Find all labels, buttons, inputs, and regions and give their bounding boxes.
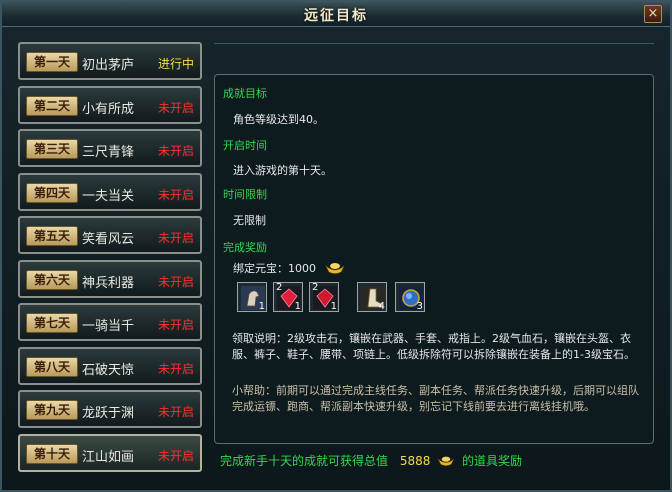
day-list: 第一天 初出茅庐 进行中 第二天 小有所成 未开启 第三天 三尺青锋 未开启 第… (18, 42, 208, 477)
close-button[interactable]: × (644, 5, 662, 23)
day-status: 未开启 (157, 231, 194, 245)
day-name: 笑看风云 (82, 232, 135, 247)
day-status: 未开启 (157, 448, 194, 463)
day-name: 龙跃于渊 (82, 406, 135, 421)
item-count: 1 (294, 301, 301, 312)
reward-item-2[interactable]: 2 1 (273, 282, 303, 312)
day-tag: 第九天 (26, 400, 78, 420)
reward-item-4[interactable]: 4 (357, 282, 387, 312)
day-tag: 第三天 (26, 139, 78, 159)
goal-text: 角色等级达到40。 (233, 113, 324, 126)
day-tag: 第五天 (26, 226, 78, 246)
day-name: 江山如画 (82, 449, 135, 465)
item-count: 3 (416, 301, 423, 312)
day-status: 未开启 (157, 405, 194, 419)
day-item-7[interactable]: 第七天 一骑当千 未开启 (18, 303, 202, 341)
day-item-5[interactable]: 第五天 笑看风云 未开启 (18, 216, 202, 254)
day-name: 石破天惊 (82, 362, 135, 378)
day-item-6[interactable]: 第六天 神兵利器 未开启 (18, 259, 202, 298)
day-item-8[interactable]: 第八天 石破天惊 未开启 (18, 346, 202, 385)
day-tag: 第一天 (26, 52, 78, 72)
day-status: 未开启 (157, 318, 194, 332)
item-count: 4 (378, 301, 385, 312)
reward-item-1[interactable]: 1 (237, 282, 267, 312)
help-text: 小帮助：前期可以通过完成主线任务、副本任务、帮派任务快速升级，后期可以组队完成运… (232, 384, 639, 413)
day-status: 未开启 (157, 144, 194, 158)
day-item-2[interactable]: 第二天 小有所成 未开启 (18, 85, 202, 124)
detail-panel: 成就目标 角色等级达到40。 开启时间 进入游戏的第十天。 时间限制 无限制 完… (214, 74, 654, 444)
footer-summary: 完成新手十天的成就可获得总值 5888 的道具奖励 (220, 452, 522, 469)
day-tag: 第二天 (26, 95, 78, 116)
goal-header: 成就目标 (223, 87, 267, 100)
footer-prefix: 完成新手十天的成就可获得总值 (220, 454, 389, 468)
day-item-1[interactable]: 第一天 初出茅庐 进行中 (18, 42, 202, 80)
day-tag: 第四天 (26, 182, 78, 203)
gold-ingot-icon (437, 454, 455, 469)
day-tag: 第十天 (26, 443, 78, 464)
open-time-text: 进入游戏的第十天。 (233, 164, 332, 177)
day-item-3[interactable]: 第三天 三尺青锋 未开启 (18, 129, 202, 167)
detail-header-bar (214, 43, 654, 74)
time-limit-text: 无限制 (233, 214, 266, 227)
footer-value: 5888 (399, 454, 431, 468)
day-name: 神兵利器 (82, 275, 135, 291)
reward-item-5[interactable]: 3 (395, 282, 425, 312)
window-title: 远征目标 (304, 8, 368, 24)
day-name: 一夫当关 (82, 188, 135, 204)
day-name: 三尺青锋 (82, 145, 135, 160)
claim-description: 领取说明：2级攻击石，镶嵌在武器、手套、戒指上。2级气血石，镶嵌在头盔、衣服、裤… (232, 332, 635, 361)
item-count: 1 (330, 301, 337, 312)
footer-suffix: 的道具奖励 (462, 454, 523, 468)
open-time-header: 开启时间 (223, 139, 267, 152)
reward-header: 完成奖励 (223, 241, 267, 254)
day-status: 未开启 (157, 100, 194, 115)
item-count: 1 (258, 301, 265, 312)
reward-item-3[interactable]: 2 1 (309, 282, 339, 312)
day-name: 一骑当千 (82, 319, 135, 334)
gold-ingot-icon (325, 259, 345, 278)
day-status: 未开启 (157, 361, 194, 376)
day-status: 未开启 (157, 187, 194, 202)
title-bar: 远征目标 × (2, 2, 670, 27)
item-level: 2 (276, 282, 283, 293)
time-limit-header: 时间限制 (223, 188, 267, 201)
day-status: 进行中 (157, 57, 194, 71)
day-tag: 第七天 (26, 313, 78, 333)
day-tag: 第八天 (26, 356, 78, 377)
day-item-10[interactable]: 第十天 江山如画 未开启 (18, 433, 202, 472)
day-tag: 第六天 (26, 269, 78, 290)
expedition-goals-window: 远征目标 × 第一天 初出茅庐 进行中 第二天 小有所成 未开启 第三天 三尺青… (0, 0, 672, 492)
day-item-9[interactable]: 第九天 龙跃于渊 未开启 (18, 390, 202, 428)
item-level: 2 (312, 282, 319, 293)
day-item-4[interactable]: 第四天 一夫当关 未开启 (18, 172, 202, 211)
bound-gold-text: 绑定元宝：1000 (233, 262, 316, 275)
day-name: 初出茅庐 (82, 58, 135, 73)
day-status: 未开启 (157, 274, 194, 289)
day-name: 小有所成 (82, 101, 135, 117)
